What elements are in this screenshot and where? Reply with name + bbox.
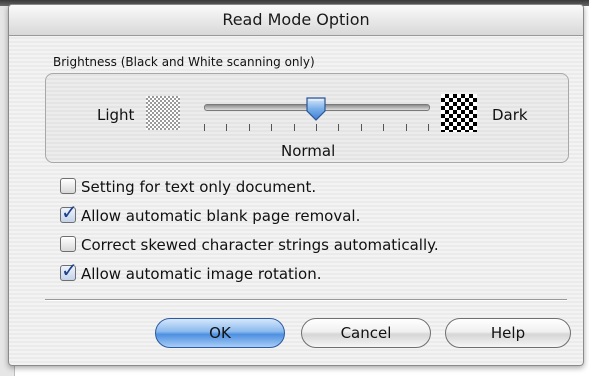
read-mode-option-dialog: Read Mode Option Brightness (Black and W… (8, 4, 584, 366)
checkbox-blank-page-removal[interactable]: ✓ (60, 202, 78, 223)
light-label: Light (97, 106, 135, 124)
cancel-button[interactable]: Cancel (301, 318, 431, 348)
checkbox-image-rotation[interactable]: ✓ (60, 260, 78, 281)
brightness-group-label: Brightness (Black and White scanning onl… (53, 55, 315, 69)
slider-tick (338, 124, 339, 131)
slider-tick (428, 124, 429, 131)
dark-label: Dark (492, 106, 528, 124)
slider-tick (383, 124, 384, 131)
option-label: Setting for text only document. (81, 178, 317, 196)
slider-tick (361, 124, 362, 131)
slider-tick (204, 124, 205, 131)
divider (45, 299, 567, 301)
brightness-slider-ticks (204, 124, 430, 134)
dialog-title: Read Mode Option (9, 5, 583, 36)
light-pattern-icon (146, 96, 180, 130)
brightness-slider-thumb[interactable] (305, 96, 327, 122)
brightness-group: Light Dark Normal (45, 73, 569, 163)
option-image-rotation[interactable]: ✓ Allow automatic image rotation. (60, 260, 322, 285)
slider-tick (316, 124, 317, 131)
dark-pattern-icon (441, 94, 477, 132)
option-label: Correct skewed character strings automat… (81, 236, 439, 254)
checkmark-icon: ✓ (61, 257, 78, 282)
slider-tick (294, 124, 295, 131)
help-button[interactable]: Help (445, 318, 571, 348)
slider-tick (226, 124, 227, 131)
option-text-only[interactable]: Setting for text only document. (60, 176, 316, 198)
brightness-value-label: Normal (281, 142, 336, 160)
ok-button[interactable]: OK (155, 318, 285, 348)
checkbox-text-only[interactable] (60, 177, 76, 194)
checkbox-skew-correction[interactable] (60, 235, 76, 252)
checkmark-icon: ✓ (61, 199, 78, 224)
slider-tick (249, 124, 250, 131)
option-label: Allow automatic image rotation. (81, 265, 322, 283)
slider-tick (406, 124, 407, 131)
option-skew-correction[interactable]: Correct skewed character strings automat… (60, 234, 439, 256)
slider-tick (271, 124, 272, 131)
option-label: Allow automatic blank page removal. (81, 207, 361, 225)
option-blank-page-removal[interactable]: ✓ Allow automatic blank page removal. (60, 202, 361, 227)
